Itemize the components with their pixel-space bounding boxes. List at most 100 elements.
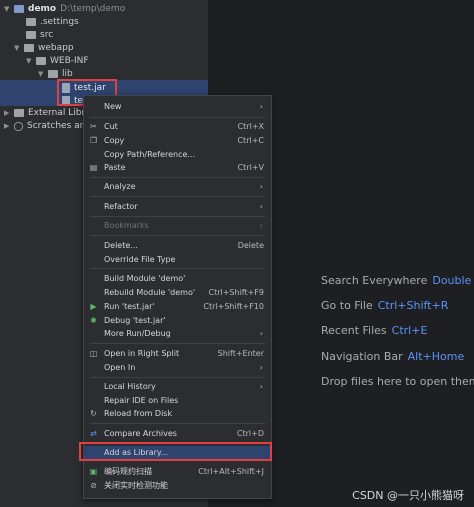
folder-icon: [24, 44, 34, 52]
menu-item-open-right-split[interactable]: ◫ Open in Right Split Shift+Enter: [84, 347, 271, 360]
chevron-right-icon: ›: [259, 382, 263, 391]
hint-label: Recent Files: [321, 324, 387, 337]
menu-item-more-run-debug[interactable]: More Run/Debug ›: [84, 327, 271, 340]
menu-item-override-file-type[interactable]: Override File Type: [84, 253, 271, 266]
hint-recent-files: Recent Files Ctrl+E: [321, 324, 427, 337]
menu-item-build-module[interactable]: Build Module 'demo': [84, 272, 271, 285]
menu-label: 编码规约扫描: [104, 467, 152, 476]
red-highlight-box: [79, 442, 272, 461]
menu-item-open-in[interactable]: Open In ›: [84, 361, 271, 374]
menu-shortcut: Ctrl+Shift+F9: [208, 288, 264, 297]
menu-item-reload-from-disk[interactable]: ↻ Reload from Disk: [84, 407, 271, 420]
menu-separator: [90, 268, 265, 269]
library-icon: [14, 109, 24, 117]
chevron-right-icon: ›: [259, 182, 263, 191]
menu-item-refactor[interactable]: Refactor ›: [84, 200, 271, 213]
menu-item-new[interactable]: New ›: [84, 100, 271, 113]
chevron-down-icon[interactable]: ▼: [4, 2, 12, 16]
chevron-right-icon: ›: [259, 202, 263, 211]
menu-label: More Run/Debug: [104, 329, 171, 338]
menu-label: Debug 'test.jar': [104, 316, 166, 325]
menu-label: Refactor: [104, 202, 138, 211]
menu-shortcut: Ctrl+X: [237, 122, 264, 131]
tree-item-scratches[interactable]: ▶ Scratches and: [4, 119, 91, 133]
menu-item-analyze[interactable]: Analyze ›: [84, 180, 271, 193]
menu-label: Analyze: [104, 182, 136, 191]
menu-item-compare-archives[interactable]: ⇄ Compare Archives Ctrl+D: [84, 427, 271, 440]
tree-item-project[interactable]: ▼ demo D:\temp\demo: [4, 2, 125, 16]
menu-item-rebuild-module[interactable]: Rebuild Module 'demo' Ctrl+Shift+F9: [84, 286, 271, 299]
chevron-right-icon: ›: [259, 102, 263, 111]
chevron-right-icon[interactable]: ▶: [4, 106, 12, 120]
menu-item-repair-ide[interactable]: Repair IDE on Files: [84, 394, 271, 407]
menu-shortcut: Ctrl+V: [237, 163, 264, 172]
scan-icon: ▣: [89, 467, 98, 476]
hint-go-to-file: Go to File Ctrl+Shift+R: [321, 299, 448, 312]
chevron-down-icon[interactable]: ▼: [38, 67, 46, 81]
menu-item-bookmarks[interactable]: Bookmarks ›: [84, 219, 271, 232]
tree-item-external-libraries[interactable]: ▶ External Librar: [4, 106, 94, 120]
menu-label: Local History: [104, 382, 156, 391]
module-folder-icon: [14, 5, 24, 13]
hint-label: Go to File: [321, 299, 373, 312]
menu-shortcut: Ctrl+Alt+Shift+J: [198, 467, 264, 476]
menu-item-cut[interactable]: ✂ Cut Ctrl+X: [84, 120, 271, 133]
menu-item-run[interactable]: ▶ Run 'test.jar' Ctrl+Shift+F10: [84, 300, 271, 313]
menu-item-paste[interactable]: ▤ Paste Ctrl+V: [84, 161, 271, 174]
menu-separator: [90, 235, 265, 236]
tree-item-label: .settings: [40, 17, 79, 27]
tree-item-settings[interactable]: .settings: [26, 15, 79, 29]
hint-search-everywhere: Search Everywhere Double Sh: [321, 274, 474, 287]
menu-item-copy-path[interactable]: Copy Path/Reference...: [84, 148, 271, 161]
hint-shortcut: Double Sh: [432, 274, 474, 287]
disable-icon: ⊘: [90, 481, 97, 490]
menu-label: Cut: [104, 122, 118, 131]
menu-separator: [90, 177, 265, 178]
menu-label: Copy Path/Reference...: [104, 150, 196, 159]
chevron-down-icon[interactable]: ▼: [14, 41, 22, 55]
menu-label: Open In: [104, 363, 136, 372]
folder-icon: [26, 31, 36, 39]
menu-item-local-history[interactable]: Local History ›: [84, 380, 271, 393]
menu-label: Paste: [104, 163, 126, 172]
watermark: CSDN @一只小熊猫呀: [352, 489, 464, 502]
folder-icon: [36, 57, 46, 65]
chevron-right-icon: ›: [259, 221, 263, 230]
tree-item-webapp[interactable]: ▼ webapp: [14, 41, 74, 55]
tree-item-label: Scratches and: [27, 121, 92, 131]
menu-label: Build Module 'demo': [104, 274, 186, 283]
copy-icon: ❐: [89, 136, 98, 145]
tree-item-web-inf[interactable]: ▼ WEB-INF: [26, 54, 89, 68]
folder-icon: [26, 18, 36, 26]
scratches-icon: [14, 121, 23, 131]
menu-item-code-scan[interactable]: ▣ 编码规约扫描 Ctrl+Alt+Shift+J: [84, 465, 271, 478]
hint-navigation-bar: Navigation Bar Alt+Home: [321, 350, 464, 363]
tree-item-src[interactable]: src: [26, 28, 53, 42]
menu-label: Override File Type: [104, 255, 176, 264]
hint-shortcut: Alt+Home: [407, 350, 465, 363]
project-name: demo: [28, 4, 57, 14]
chevron-right-icon: ›: [259, 329, 263, 338]
menu-item-delete[interactable]: Delete... Delete: [84, 239, 271, 252]
menu-separator: [90, 117, 265, 118]
context-menu: New › ✂ Cut Ctrl+X ❐ Copy Ctrl+C Copy Pa…: [83, 95, 272, 499]
paste-icon: ▤: [89, 163, 98, 172]
menu-shortcut: Shift+Enter: [217, 349, 264, 358]
chevron-down-icon[interactable]: ▼: [26, 54, 34, 68]
project-path: D:\temp\demo: [60, 4, 126, 14]
menu-label: Delete...: [104, 241, 138, 250]
scissors-icon: ✂: [90, 122, 97, 131]
menu-separator: [90, 196, 265, 197]
chevron-right-icon[interactable]: ▶: [4, 119, 12, 133]
menu-item-disable-realtime[interactable]: ⊘ 关闭实时检测功能: [84, 479, 271, 492]
compare-icon: ⇄: [90, 429, 97, 438]
chevron-right-icon: ›: [259, 363, 263, 372]
menu-shortcut: Ctrl+C: [237, 136, 264, 145]
menu-label: Compare Archives: [104, 429, 177, 438]
menu-item-debug[interactable]: ✱ Debug 'test.jar': [84, 314, 271, 327]
menu-label: Bookmarks: [104, 221, 149, 230]
reload-icon: ↻: [90, 409, 97, 418]
debug-icon: ✱: [90, 316, 97, 325]
menu-item-copy[interactable]: ❐ Copy Ctrl+C: [84, 134, 271, 147]
menu-shortcut: Ctrl+D: [236, 429, 264, 438]
